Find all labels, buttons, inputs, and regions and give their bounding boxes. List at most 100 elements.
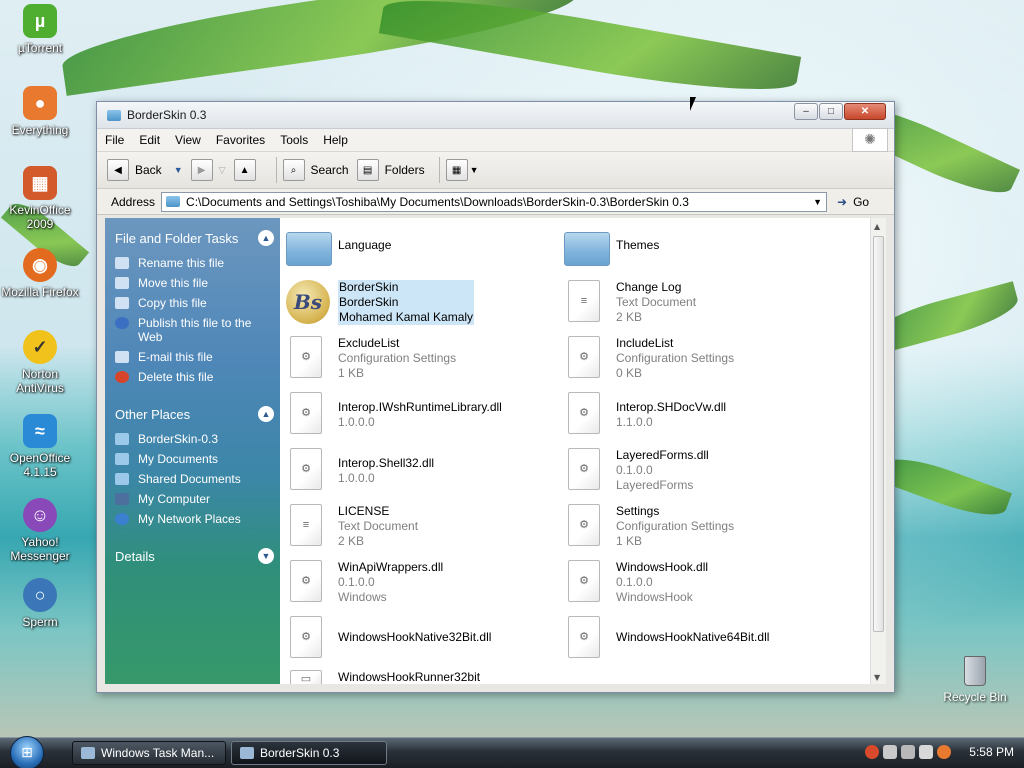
collapse-chevron-icon[interactable]: ▲ (258, 406, 274, 422)
menu-file[interactable]: File (105, 133, 124, 147)
menu-favorites[interactable]: Favorites (216, 133, 265, 147)
taskbar: ⊞ Windows Task Man... BorderSkin 0.3 5:5… (0, 736, 1024, 768)
menu-help[interactable]: Help (323, 133, 348, 147)
folder-icon (564, 228, 610, 272)
up-button[interactable]: ▲ (233, 159, 262, 181)
file-item[interactable]: ▭ WindowsHookRunner32bit (286, 670, 480, 684)
desktop-icon-everything[interactable]: ● Everything (0, 86, 80, 137)
task-copy[interactable]: Copy this file (115, 296, 280, 310)
desktop-icon-utorrent[interactable]: µ µTorrent (0, 4, 80, 55)
start-button[interactable]: ⊞ (10, 736, 44, 768)
file-item[interactable]: ⚙ LayeredForms.dll 0.1.0.0 LayeredForms (564, 448, 709, 493)
file-item[interactable]: ⚙ IncludeList Configuration Settings 0 K… (564, 336, 734, 381)
task-move[interactable]: Move this file (115, 276, 280, 290)
recycle-bin-icon (964, 656, 986, 686)
place-my-documents[interactable]: My Documents (115, 452, 280, 466)
close-button[interactable]: ✕ (844, 103, 886, 120)
desktop-icon-recycle-bin[interactable]: Recycle Bin (940, 656, 1010, 704)
dll-file-icon: ⚙ (286, 448, 324, 492)
file-name: Interop.IWshRuntimeLibrary.dll (338, 400, 502, 414)
forward-dropdown-icon[interactable]: ▽ (219, 165, 226, 176)
menu-edit[interactable]: Edit (139, 133, 160, 147)
battery-icon[interactable] (919, 745, 934, 759)
back-button[interactable]: ◀ Back ▼ (107, 159, 183, 181)
file-item[interactable]: ⚙ WindowsHookNative64Bit.dll (564, 616, 769, 660)
config-file-icon: ⚙ (564, 336, 602, 380)
scrollbar-thumb[interactable] (873, 236, 884, 632)
search-icon: ⌕ (282, 159, 305, 181)
utorrent-icon: µ (23, 4, 57, 38)
address-input[interactable]: C:\Documents and Settings\Toshiba\My Doc… (161, 191, 828, 212)
scroll-up-arrow-icon[interactable]: ▲ (874, 222, 880, 231)
file-item[interactable]: ⚙ ExcludeList Configuration Settings 1 K… (286, 336, 456, 381)
file-item[interactable]: ⚙ Interop.SHDocVw.dll 1.1.0.0 (564, 392, 726, 436)
task-delete[interactable]: Delete this file (115, 370, 280, 384)
file-type: Text Document (616, 295, 697, 309)
palm-leaf-decoration (878, 448, 1012, 526)
file-item[interactable]: Language (286, 228, 391, 272)
place-network[interactable]: My Network Places (115, 512, 280, 526)
place-shared-documents[interactable]: Shared Documents (115, 472, 280, 486)
file-size: 1 KB (338, 366, 365, 380)
address-dropdown-icon[interactable]: ▼ (813, 197, 822, 207)
explorer-window: BorderSkin 0.3 ‒ □ ✕ File Edit View Favo… (96, 101, 895, 693)
collapse-chevron-icon[interactable]: ▲ (258, 230, 274, 246)
views-button[interactable]: ▦ ▼ (445, 159, 479, 181)
other-places-header[interactable]: Other Places ▲ (115, 406, 280, 422)
clock[interactable]: 5:58 PM (969, 745, 1014, 759)
desktop-icon-kevinoffice[interactable]: ▦ KevinOffice 2009 (0, 166, 80, 231)
kevinoffice-icon: ▦ (23, 166, 57, 200)
vertical-scrollbar[interactable]: ▲ ▼ (870, 218, 886, 684)
search-icon[interactable] (937, 745, 952, 759)
file-item[interactable]: ≡ Change Log Text Document 2 KB (564, 280, 696, 325)
taskbar-button-task-manager[interactable]: Windows Task Man... (72, 741, 226, 765)
file-item[interactable]: ⚙ WindowsHook.dll 0.1.0.0 WindowsHook (564, 560, 708, 605)
file-tasks-header[interactable]: File and Folder Tasks ▲ (115, 230, 280, 246)
expand-chevron-icon[interactable]: ▼ (258, 548, 274, 564)
file-tasks-section: File and Folder Tasks ▲ Rename this file… (115, 230, 280, 384)
maximize-button[interactable]: □ (819, 103, 843, 120)
forward-button[interactable]: ▶ ▽ (190, 159, 226, 181)
network-icon[interactable] (883, 745, 898, 759)
taskbar-button-borderskin[interactable]: BorderSkin 0.3 (231, 741, 387, 765)
security-alert-icon[interactable] (865, 745, 880, 759)
scroll-down-arrow-icon[interactable]: ▼ (874, 673, 880, 682)
menu-tools[interactable]: Tools (280, 133, 308, 147)
desktop-icon-norton[interactable]: ✓ Norton AntiVirus (0, 330, 80, 395)
file-item[interactable]: Themes (564, 228, 659, 272)
file-item[interactable]: Bs BorderSkin BorderSkin Mohamed Kamal K… (286, 280, 475, 325)
desktop-icon-label: µTorrent (17, 41, 63, 55)
back-dropdown-icon[interactable]: ▼ (174, 165, 183, 175)
minimize-button[interactable]: ‒ (794, 103, 818, 120)
move-icon (115, 277, 129, 289)
file-type: Configuration Settings (616, 351, 735, 365)
go-button[interactable]: ➜ Go (837, 195, 869, 209)
details-header[interactable]: Details ▼ (115, 548, 280, 564)
search-button[interactable]: ⌕ Search (282, 159, 349, 181)
file-item[interactable]: ⚙ Interop.Shell32.dll 1.0.0.0 (286, 448, 434, 492)
folders-button[interactable]: ▤ Folders (356, 159, 425, 181)
file-tasks-title: File and Folder Tasks (115, 230, 239, 246)
volume-icon[interactable] (901, 745, 916, 759)
menu-view[interactable]: View (175, 133, 201, 147)
place-my-computer[interactable]: My Computer (115, 492, 280, 506)
task-label: E-mail this file (138, 350, 213, 364)
place-borderskin[interactable]: BorderSkin-0.3 (115, 432, 280, 446)
file-name: WinApiWrappers.dll (338, 560, 444, 574)
window-titlebar[interactable]: BorderSkin 0.3 ‒ □ ✕ (97, 102, 894, 129)
place-label: BorderSkin-0.3 (138, 432, 219, 446)
file-item[interactable]: ⚙ Interop.IWshRuntimeLibrary.dll 1.0.0.0 (286, 392, 502, 436)
desktop-icon-openoffice[interactable]: ≈ OpenOffice 4.1.15 (0, 414, 80, 479)
file-item[interactable]: ⚙ WindowsHookNative32Bit.dll (286, 616, 491, 660)
file-name: Interop.SHDocVw.dll (616, 400, 727, 414)
desktop-icon-yahoo[interactable]: ☺ Yahoo! Messenger (0, 498, 80, 563)
file-item[interactable]: ≡ LICENSE Text Document 2 KB (286, 504, 418, 549)
desktop-icon-firefox[interactable]: ◉ Mozilla Firefox (0, 248, 80, 299)
task-rename[interactable]: Rename this file (115, 256, 280, 270)
file-size: 2 KB (616, 310, 643, 324)
task-publish[interactable]: Publish this file to the Web (115, 316, 280, 344)
file-item[interactable]: ⚙ Settings Configuration Settings 1 KB (564, 504, 734, 549)
task-email[interactable]: E-mail this file (115, 350, 280, 364)
desktop-icon-sperm[interactable]: ○ Sperm (0, 578, 80, 629)
file-item[interactable]: ⚙ WinApiWrappers.dll 0.1.0.0 Windows (286, 560, 443, 605)
